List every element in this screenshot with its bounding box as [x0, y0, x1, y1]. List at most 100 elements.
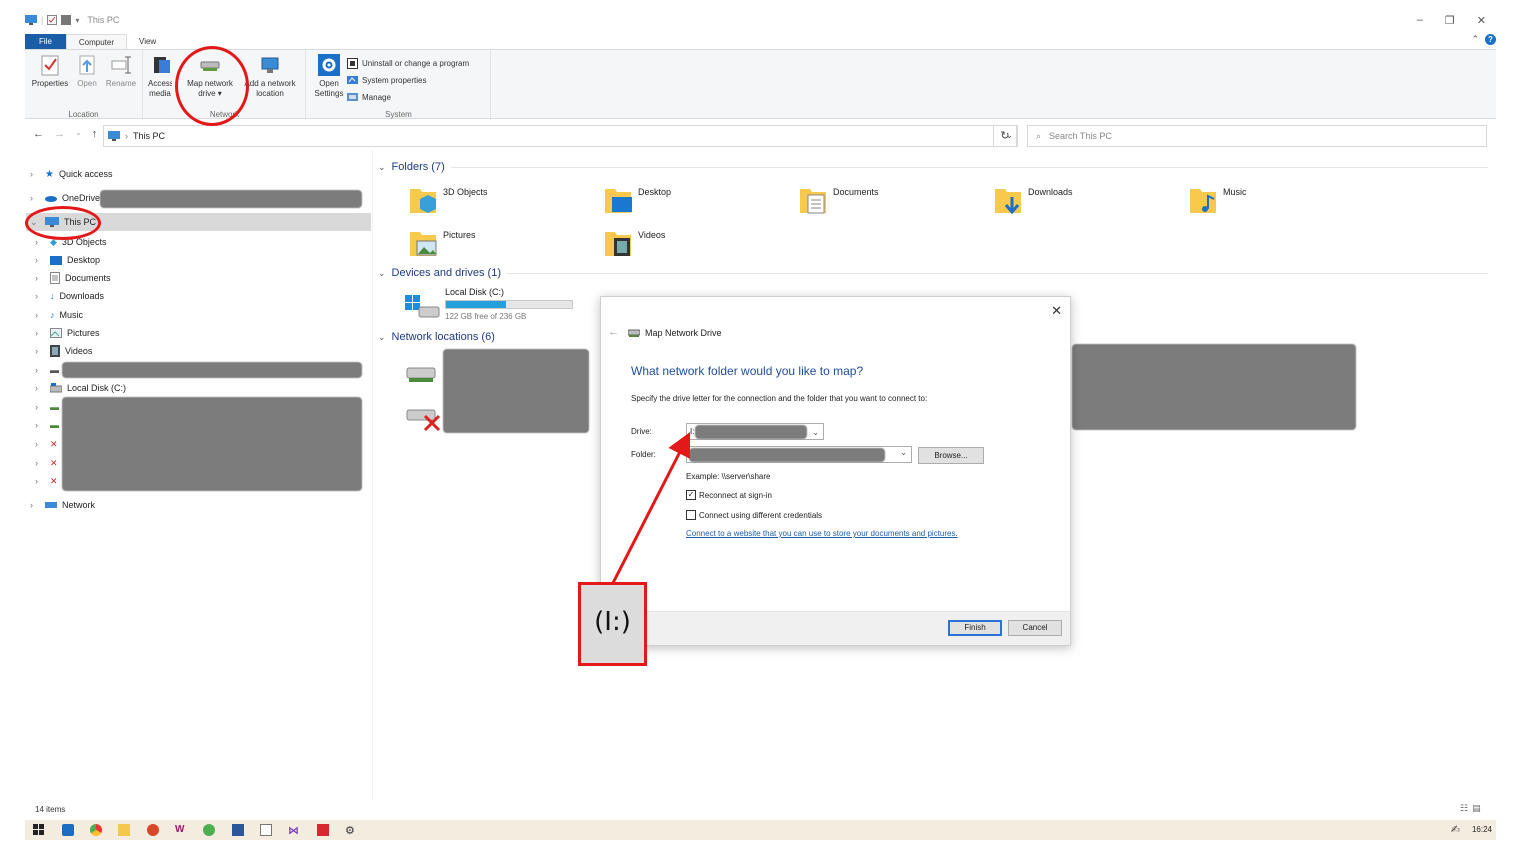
chevron-down-icon[interactable]: ⌄ — [812, 425, 819, 440]
acrobat-icon[interactable] — [317, 824, 329, 836]
different-credentials-checkbox[interactable]: Connect using different credentials — [686, 510, 822, 520]
expand-chevron-icon[interactable]: › — [30, 193, 40, 203]
expand-chevron-icon[interactable]: › — [35, 365, 45, 375]
folder-documents[interactable]: Documents — [798, 185, 978, 225]
devices-section-header[interactable]: ⌄ Devices and drives (1) — [378, 267, 1488, 279]
expand-chevron-icon[interactable]: › — [35, 476, 45, 486]
nav-desktop[interactable]: › Desktop — [35, 251, 100, 269]
address-bar[interactable]: › This PC ⌄ — [103, 125, 1018, 147]
back-arrow-icon[interactable]: ← — [33, 128, 44, 140]
breadcrumb-this-pc[interactable]: This PC — [133, 131, 165, 141]
windows-start-icon[interactable] — [33, 824, 45, 836]
expand-chevron-icon[interactable]: › — [35, 439, 45, 449]
expand-chevron-icon[interactable]: › — [35, 237, 45, 247]
checkbox-box[interactable] — [686, 510, 696, 520]
dialog-close-icon[interactable]: ✕ — [1051, 303, 1062, 319]
open-button[interactable]: Open — [73, 54, 101, 89]
expand-chevron-icon[interactable]: › — [35, 328, 45, 338]
expand-chevron-icon[interactable]: › — [35, 420, 45, 430]
uninstall-program-item[interactable]: Uninstall or change a program — [347, 55, 469, 72]
forward-arrow-icon[interactable]: → — [54, 128, 65, 140]
nav-documents[interactable]: › Documents — [35, 269, 111, 287]
calculator-icon[interactable] — [260, 824, 272, 836]
store-documents-link-text[interactable]: Connect to a website that you can use to… — [686, 529, 956, 538]
restore-button[interactable]: ❐ — [1445, 14, 1455, 27]
expand-chevron-icon[interactable]: › — [35, 273, 45, 283]
browse-button[interactable]: Browse... — [918, 447, 984, 464]
expand-chevron-icon[interactable]: › — [35, 402, 45, 412]
nav-pictures[interactable]: › Pictures — [35, 324, 100, 342]
cancel-button[interactable]: Cancel — [1008, 620, 1062, 636]
network-drive-icon[interactable] — [405, 362, 441, 386]
folder-path-combobox[interactable]: ⌄ — [686, 446, 912, 463]
expand-chevron-icon[interactable]: › — [35, 291, 45, 301]
network-section-header[interactable]: ⌄ Network locations (6) — [378, 331, 598, 343]
up-arrow-icon[interactable]: ↑ — [92, 128, 98, 140]
customize-toolbar-icon[interactable]: ▾ — [75, 16, 79, 25]
expand-chevron-icon[interactable]: › — [30, 500, 40, 510]
dialog-back-arrow-icon[interactable]: ← — [608, 326, 619, 338]
recent-locations-icon[interactable]: ⌄ — [75, 128, 82, 140]
nav-quick-access[interactable]: › ★ Quick access — [30, 165, 113, 183]
expand-chevron-icon[interactable]: › — [30, 169, 40, 179]
drive-letter-select[interactable]: I: ⌄ — [686, 423, 824, 440]
tab-computer[interactable]: Computer — [65, 34, 128, 49]
expand-chevron-icon[interactable]: › — [35, 310, 45, 320]
folder-music[interactable]: Music — [1188, 185, 1368, 225]
nav-local-disk[interactable]: › Local Disk (C:) — [35, 379, 126, 397]
help-icon[interactable]: ? — [1485, 34, 1496, 45]
finish-button[interactable]: Finish — [948, 620, 1002, 636]
expand-chevron-icon[interactable]: › — [35, 383, 45, 393]
folders-section-header[interactable]: ⌄ Folders (7) — [378, 161, 1488, 173]
add-network-location-button[interactable]: Add a network location — [240, 54, 300, 99]
word-icon[interactable] — [232, 824, 244, 836]
large-icons-view-icon[interactable]: ▤ — [1472, 803, 1481, 814]
nav-network-drive-4[interactable]: › ✕ — [35, 454, 58, 472]
app-icon[interactable]: W — [175, 824, 187, 836]
expand-chevron-icon[interactable]: › — [35, 458, 45, 468]
checkbox-box[interactable]: ✓ — [686, 490, 696, 500]
reconnect-checkbox[interactable]: ✓ Reconnect at sign-in — [686, 490, 772, 500]
chevron-down-icon[interactable]: ⌄ — [900, 448, 907, 457]
details-view-icon[interactable]: ☷ — [1460, 803, 1468, 814]
tab-file[interactable]: File — [25, 34, 66, 49]
folder-3d-objects[interactable]: 3D Objects — [408, 185, 588, 225]
folder-desktop[interactable]: Desktop — [603, 185, 783, 225]
system-properties-item[interactable]: System properties — [347, 72, 469, 89]
section-collapse-icon[interactable]: ⌄ — [378, 332, 386, 343]
section-collapse-icon[interactable]: ⌄ — [378, 162, 386, 173]
search-box[interactable]: ⌕ Search This PC — [1027, 125, 1487, 147]
folder-pictures[interactable]: Pictures — [408, 228, 588, 268]
nav-onedrive[interactable]: › OneDrive - — [30, 189, 106, 207]
refresh-button[interactable]: ↻ — [993, 125, 1017, 147]
local-disk-c-tile[interactable]: Local Disk (C:) 122 GB free of 236 GB — [405, 287, 605, 327]
manage-item[interactable]: Manage — [347, 89, 469, 106]
disconnected-network-drive-icon[interactable] — [405, 406, 441, 432]
properties-button[interactable]: Properties — [29, 54, 71, 89]
nav-network[interactable]: › Network — [30, 496, 95, 514]
chrome-icon[interactable] — [90, 824, 102, 836]
store-documents-link[interactable]: Connect to a website that you can use to… — [686, 529, 958, 538]
nav-music[interactable]: › ♪ Music — [35, 306, 83, 324]
expand-chevron-icon[interactable]: › — [35, 346, 45, 356]
outlook-icon[interactable] — [62, 824, 74, 836]
close-button[interactable]: ✕ — [1477, 14, 1486, 27]
visual-studio-icon[interactable]: ⋈ — [288, 824, 300, 837]
nav-network-drive-2[interactable]: › ▬ — [35, 416, 59, 434]
green-app-icon[interactable] — [203, 824, 215, 836]
nav-network-drive-5[interactable]: › ✕ — [35, 472, 58, 490]
tab-view[interactable]: View — [127, 34, 168, 49]
clock[interactable]: 16:24 — [1472, 825, 1492, 834]
expand-chevron-icon[interactable]: › — [35, 255, 45, 265]
powerpoint-icon[interactable] — [147, 824, 159, 836]
rename-button[interactable]: Rename — [103, 54, 139, 89]
nav-network-drive-3[interactable]: › ✕ — [35, 435, 58, 453]
nav-network-drive-1[interactable]: › ▬ — [35, 398, 59, 416]
open-settings-button[interactable]: Open Settings — [311, 54, 347, 99]
folder-downloads[interactable]: Downloads — [993, 185, 1173, 225]
new-folder-quick-icon[interactable] — [61, 15, 72, 25]
collapse-ribbon-icon[interactable]: ⌃ — [1471, 34, 1479, 45]
access-media-button[interactable]: Access media — [148, 54, 176, 99]
nav-downloads[interactable]: › ↓ Downloads — [35, 287, 104, 305]
section-collapse-icon[interactable]: ⌄ — [378, 268, 386, 279]
